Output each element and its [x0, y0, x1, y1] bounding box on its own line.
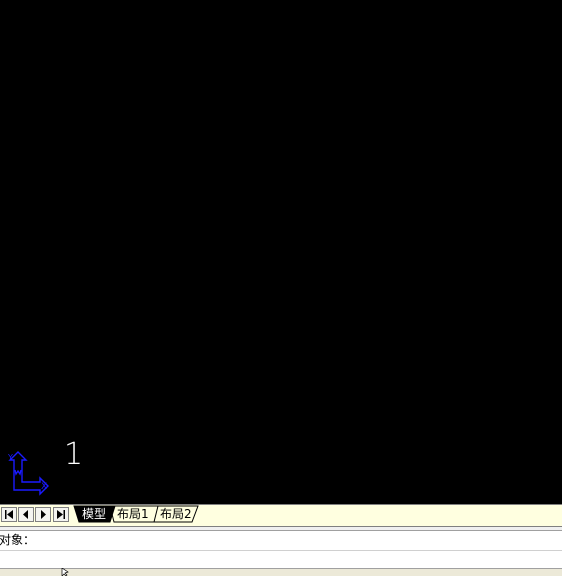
- previous-tab-button[interactable]: [18, 507, 34, 522]
- drawing-canvas[interactable]: X Y 1: [0, 0, 562, 504]
- layout-tab-bar: 模型 布局1 布局2: [0, 504, 562, 526]
- autocad-window: X Y 1 模型 布局1 布局2 对象：: [0, 0, 562, 576]
- command-history-line: 对象：: [0, 531, 562, 551]
- canvas-text-mark: 1: [64, 437, 84, 472]
- tab-layout1[interactable]: 布局1: [117, 507, 149, 521]
- next-tab-icon: [41, 510, 46, 519]
- first-tab-button[interactable]: [1, 507, 17, 522]
- command-prompt-text: 对象：: [0, 533, 36, 547]
- tab-model[interactable]: 模型: [82, 507, 106, 521]
- tab-layout2[interactable]: 布局2: [160, 507, 192, 521]
- first-tab-icon: [5, 510, 13, 519]
- svg-text:Y: Y: [7, 453, 13, 462]
- ucs-axes-icon: X Y: [7, 451, 49, 496]
- svg-text:X: X: [41, 482, 47, 492]
- mouse-cursor-icon: [61, 568, 69, 576]
- previous-tab-icon: [23, 510, 28, 519]
- next-tab-button[interactable]: [35, 507, 51, 522]
- last-tab-button[interactable]: [53, 507, 69, 522]
- command-input[interactable]: [0, 552, 562, 568]
- last-tab-icon: [57, 510, 65, 519]
- status-bar: [0, 568, 562, 576]
